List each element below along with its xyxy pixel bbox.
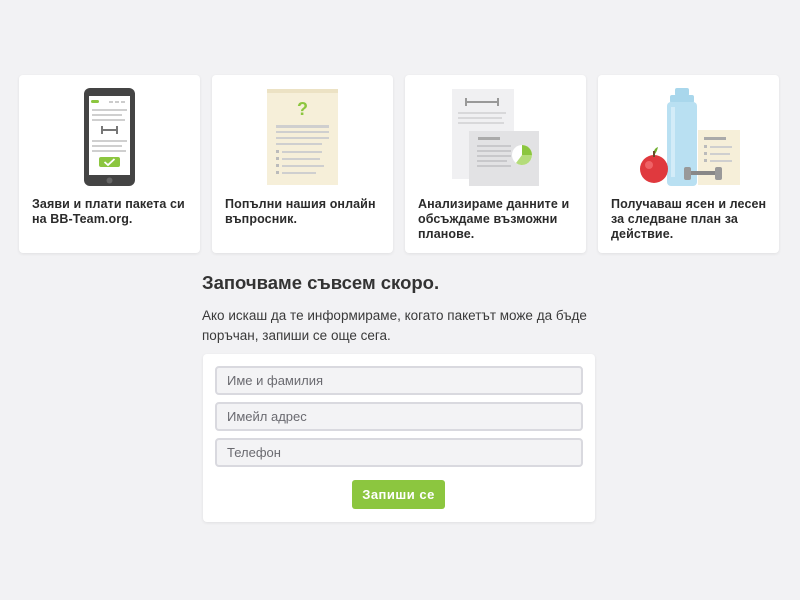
steps-section: Заяви и плати пакета си на BB-Team.org. … <box>19 75 780 253</box>
questionnaire-illustration-icon: ? <box>267 89 338 185</box>
phone-illustration-icon <box>84 88 135 186</box>
analysis-illustration-icon <box>452 89 539 186</box>
signup-submit-button[interactable]: Запиши се <box>352 480 445 509</box>
step-card-plan: Получаваш ясен и лесен за следване план … <box>598 75 779 253</box>
step-card-questionnaire: ? Попълни нашия онлайн въпросник. <box>212 75 393 253</box>
signup-intro: Ако искаш да те информираме, когато паке… <box>202 308 587 343</box>
signup-form: Запиши се <box>203 354 595 522</box>
step-caption: Получаваш ясен и лесен за следване план … <box>611 197 767 241</box>
email-field[interactable] <box>215 402 583 431</box>
step-caption: Анализираме данните и обсъждаме възможни… <box>418 197 570 241</box>
step-card-analysis: Анализираме данните и обсъждаме възможни… <box>405 75 586 253</box>
signup-heading: Започваме съвсем скоро. <box>202 272 440 293</box>
plan-illustration-icon <box>640 88 740 186</box>
phone-field[interactable] <box>215 438 583 467</box>
name-field[interactable] <box>215 366 583 395</box>
step-card-order: Заяви и плати пакета си на BB-Team.org. <box>19 75 200 253</box>
step-caption: Попълни нашия онлайн въпросник. <box>225 197 376 226</box>
svg-text:?: ? <box>297 99 308 119</box>
step-caption: Заяви и плати пакета си на BB-Team.org. <box>32 197 185 226</box>
